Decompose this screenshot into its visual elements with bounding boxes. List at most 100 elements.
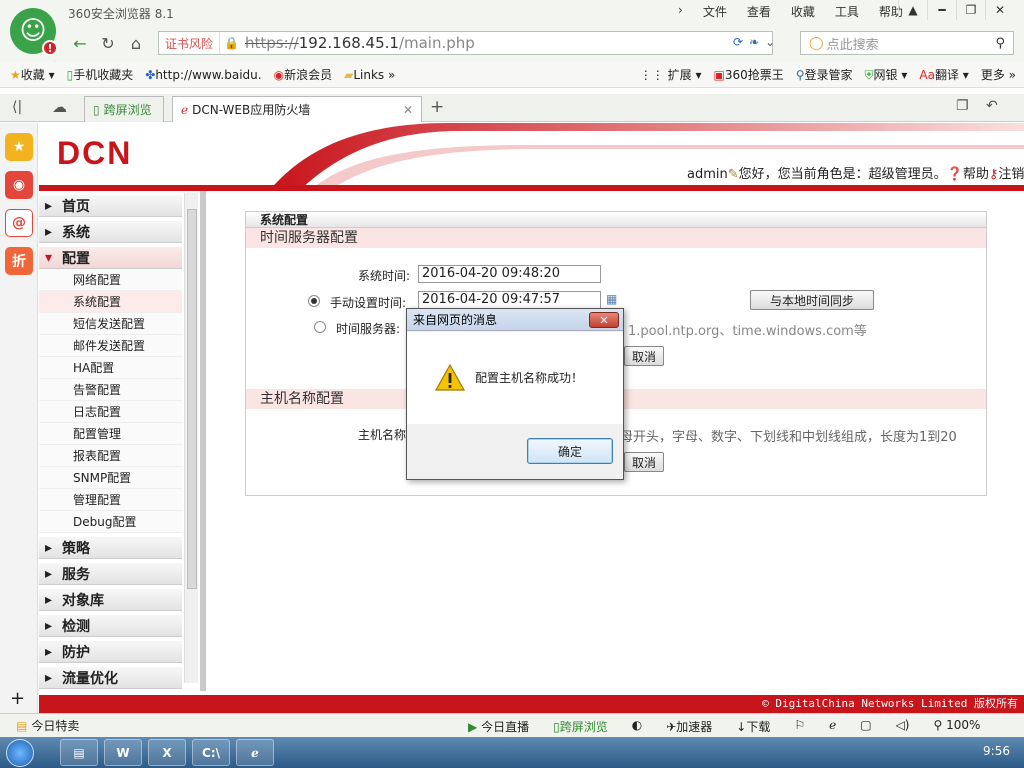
minimize-button[interactable]: ━ [927, 0, 956, 20]
status-cloud-icon[interactable]: ◐ [632, 718, 642, 735]
dialog-close-button[interactable]: ✕ [589, 312, 619, 328]
nav-config[interactable]: ▾ 配置 [39, 247, 182, 269]
favorites-star-icon[interactable]: ★ [5, 133, 33, 161]
sync-local-time-button[interactable]: 与本地时间同步 [750, 290, 874, 310]
discount-icon[interactable]: 折 [5, 247, 33, 275]
bookmark-sina[interactable]: ◉新浪会员 [274, 66, 333, 83]
status-download[interactable]: ↓下载 [736, 718, 770, 735]
mail-icon[interactable]: @ [5, 209, 33, 237]
nav-sub-alarm[interactable]: 告警配置 [39, 379, 182, 401]
nav-sub-log[interactable]: 日志配置 [39, 401, 182, 423]
status-live[interactable]: ▶ 今日直播 [468, 718, 529, 735]
bookmark-mobile[interactable]: ▯手机收藏夹 [67, 66, 134, 83]
nav-policy[interactable]: ▸ 策略 [39, 537, 182, 559]
nav-sub-network[interactable]: 网络配置 [39, 269, 182, 291]
manual-time-radio[interactable] [308, 295, 320, 307]
nav-home[interactable]: ▸ 首页 [39, 195, 182, 217]
bookmark-more[interactable]: 更多 » [981, 66, 1016, 83]
start-button[interactable] [0, 737, 40, 768]
compat-mode-icon[interactable]: ⟳ [733, 35, 743, 49]
nav-sub-config-mgmt[interactable]: 配置管理 [39, 423, 182, 445]
tab-list-icon[interactable]: ❐ [956, 98, 969, 114]
nav-traffic[interactable]: ▸ 流量优化 [39, 667, 182, 689]
cmd-taskbar-icon[interactable]: C:\ [192, 739, 230, 766]
nav-sub-ha[interactable]: HA配置 [39, 357, 182, 379]
weibo-icon[interactable]: ◉ [5, 171, 33, 199]
logout-link[interactable]: 注销 [998, 167, 1024, 182]
nav-sub-system[interactable]: 系统配置 [39, 291, 182, 313]
tray-clock[interactable]: 9:56 [983, 744, 1010, 758]
address-bar[interactable]: 证书风险 🔒 https://192.168.45.1/main.php [158, 31, 773, 55]
help-icon[interactable]: ❓ [947, 167, 963, 182]
menu-chevron-icon[interactable]: › [678, 3, 683, 20]
window-icon[interactable]: ▢ [860, 718, 871, 735]
home-icon[interactable]: ⌂ [122, 31, 150, 55]
maximize-button[interactable]: ❐ [956, 0, 985, 20]
bookmark-ticket[interactable]: ▣360抢票王 [713, 66, 783, 83]
tab-kuaping[interactable]: ▯ 跨屏浏览 [84, 96, 164, 122]
cancel-time-button[interactable]: 取消 [624, 346, 664, 366]
nav-sub-email[interactable]: 邮件发送配置 [39, 335, 182, 357]
browser-logo-icon[interactable]: ☺! [10, 8, 58, 56]
close-tab-icon[interactable]: ✕ [403, 103, 413, 117]
nav-system[interactable]: ▸ 系统 [39, 221, 182, 243]
browser-taskbar-icon[interactable]: ℯ [236, 739, 274, 766]
nav-sub-debug[interactable]: Debug配置 [39, 511, 182, 533]
bookmark-baidu[interactable]: ✤http://www.baidu. [145, 68, 261, 82]
bookmark-links[interactable]: ▰Links » [344, 68, 395, 82]
cloud-icon[interactable]: ☁ [52, 98, 67, 116]
menu-favorites[interactable]: 收藏 [791, 3, 815, 20]
nav-scrollbar[interactable] [184, 193, 198, 683]
cancel-hostname-button[interactable]: 取消 [624, 452, 664, 472]
nav-detect[interactable]: ▸ 检测 [39, 615, 182, 637]
frame-divider[interactable] [201, 191, 206, 691]
word-taskbar-icon[interactable]: W [104, 739, 142, 766]
volume-icon[interactable]: ◁) [896, 718, 910, 735]
sidebar-toggle-icon[interactable]: ⟨| [12, 99, 22, 115]
nav-sub-snmp[interactable]: SNMP配置 [39, 467, 182, 489]
edit-icon[interactable]: ✎ [728, 167, 739, 182]
nav-sub-report[interactable]: 报表配置 [39, 445, 182, 467]
nav-service[interactable]: ▸ 服务 [39, 563, 182, 585]
ie-mode-icon[interactable]: ℯ [829, 718, 836, 735]
nav-scroll-thumb[interactable] [187, 209, 197, 589]
add-sidebar-icon[interactable]: + [10, 688, 25, 709]
calendar-icon[interactable]: ▦ [606, 292, 617, 306]
status-today-sale[interactable]: 今日特卖 [31, 717, 79, 734]
close-window-button[interactable]: ✕ [985, 0, 1014, 20]
flag-icon[interactable]: ⚐ [794, 718, 805, 735]
status-accel[interactable]: ✈加速器 [666, 718, 712, 735]
dialog-ok-button[interactable]: 确定 [527, 438, 613, 464]
menu-file[interactable]: 文件 [703, 3, 727, 20]
menu-tools[interactable]: 工具 [835, 3, 859, 20]
explorer-taskbar-icon[interactable]: ▤ [60, 739, 98, 766]
pin-icon[interactable]: ▲ [898, 0, 927, 20]
refresh-icon[interactable]: ↻ [94, 31, 122, 55]
bookmark-extensions[interactable]: ⋮⋮ 扩展 ▾ [640, 66, 702, 83]
bookmark-favorites[interactable]: ★收藏 ▾ [10, 66, 55, 83]
nav-objects[interactable]: ▸ 对象库 [39, 589, 182, 611]
bookmark-translate[interactable]: Aa翻译 ▾ [919, 66, 968, 83]
logout-key-icon[interactable]: ⚷ [989, 167, 999, 182]
bookmark-login[interactable]: ⚲登录管家 [796, 66, 853, 83]
cert-warning[interactable]: 证书风险 [159, 32, 221, 54]
nav-protect[interactable]: ▸ 防护 [39, 641, 182, 663]
nav-sub-sms[interactable]: 短信发送配置 [39, 313, 182, 335]
new-tab-button[interactable]: + [430, 97, 444, 117]
ntp-radio[interactable] [314, 321, 326, 333]
url-text[interactable]: https://192.168.45.1/main.php [239, 34, 475, 52]
search-icon[interactable]: ⚲ [995, 36, 1005, 51]
nav-sub-admin[interactable]: 管理配置 [39, 489, 182, 511]
menu-view[interactable]: 查看 [747, 3, 771, 20]
bookmark-bank[interactable]: ⛨网银 ▾ [865, 66, 908, 83]
leaf-icon[interactable]: ❧ [749, 35, 759, 49]
back-arrow-icon[interactable]: ← [66, 31, 94, 55]
help-link[interactable]: 帮助 [963, 167, 989, 182]
status-kuaping[interactable]: ▯跨屏浏览 [553, 718, 608, 735]
excel-taskbar-icon[interactable]: X [148, 739, 186, 766]
search-input[interactable]: ◯ 点此搜索 ⚲ [800, 31, 1014, 55]
manual-time-input[interactable]: 2016-04-20 09:47:57 [418, 291, 601, 309]
tab-dcn-firewall[interactable]: ℯ DCN-WEB应用防火墙 ✕ [172, 96, 422, 122]
status-zoom[interactable]: ⚲ 100% [933, 718, 980, 735]
dropdown-chevron-icon[interactable]: ⌄ [765, 35, 775, 49]
